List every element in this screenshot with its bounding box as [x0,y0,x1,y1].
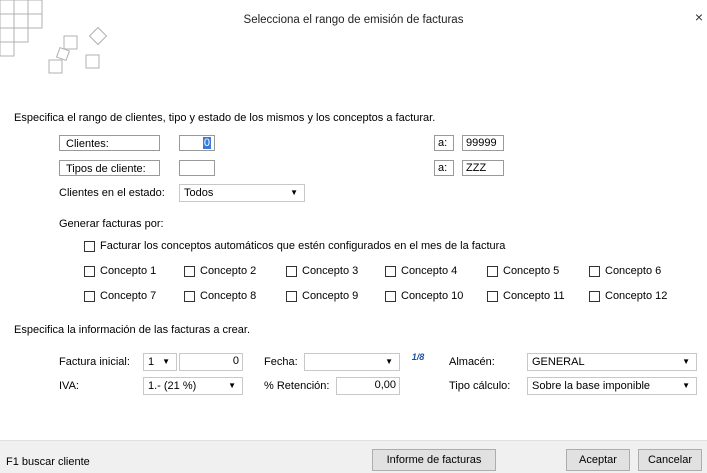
window-title: Selecciona el rango de emisión de factur… [243,14,464,26]
concepto-label: Concepto 2 [200,265,257,277]
chevron-down-icon: ▼ [682,357,690,366]
chevron-down-icon: ▼ [228,381,236,390]
almacen-select[interactable]: GENERAL ▼ [527,353,697,371]
concepto-12-checkbox[interactable]: Concepto 12 [589,290,667,302]
checkbox-box[interactable] [286,290,297,302]
concepto-5-checkbox[interactable]: Concepto 5 [487,265,559,277]
tipo-calculo-value: Sobre la base imponible [532,380,651,392]
close-icon[interactable]: × [695,9,703,25]
estado-value: Todos [184,187,214,199]
concepto-label: Concepto 8 [200,290,257,302]
retencion-label: % Retención: [264,380,330,392]
tipo-calculo-label: Tipo cálculo: [449,380,511,392]
concepto-label: Concepto 12 [605,290,668,302]
tipos-from-input[interactable] [179,160,215,176]
factura-inicial-label: Factura inicial: [59,356,130,368]
f1-hint: F1 buscar cliente [6,456,90,468]
clientes-from-value: 0 [202,137,211,149]
chevron-down-icon: ▼ [682,381,690,390]
checkbox-box[interactable] [184,265,195,277]
tipos-to-input[interactable]: ZZZ [462,160,504,176]
concepto-label: Concepto 10 [401,290,464,302]
concepto-3-checkbox[interactable]: Concepto 3 [286,265,358,277]
aceptar-button[interactable]: Aceptar [566,449,630,471]
concepto-6-checkbox[interactable]: Concepto 6 [589,265,661,277]
auto-conceptos-checkbox[interactable]: Facturar los conceptos automáticos que e… [84,240,505,252]
tipos-cliente-label: Tipos de cliente: [59,160,160,176]
iva-value: 1.- (21 %) [148,380,197,392]
iva-select[interactable]: 1.- (21 %) ▼ [143,377,243,395]
estado-select[interactable]: Todos ▼ [179,184,305,202]
chevron-down-icon: ▼ [162,357,170,366]
checkbox-box[interactable] [184,290,195,302]
concepto-1-checkbox[interactable]: Concepto 1 [84,265,156,277]
almacen-value: GENERAL [532,356,585,368]
concepto-label: Concepto 4 [401,265,458,277]
auto-conceptos-label: Facturar los conceptos automáticos que e… [100,240,506,252]
fecha-select[interactable]: ▼ [304,353,400,371]
concepto-9-checkbox[interactable]: Concepto 9 [286,290,358,302]
checkbox-box[interactable] [487,290,498,302]
informe-facturas-button[interactable]: Informe de facturas [372,449,496,471]
clientes-to-input[interactable]: 99999 [462,135,504,151]
logo-grid-icon [0,0,108,74]
tipos-to-label: a: [434,160,454,176]
concepto-11-checkbox[interactable]: Concepto 11 [487,290,565,302]
factura-numero-input[interactable]: 0 [179,353,243,371]
concepto-label: Concepto 6 [605,265,662,277]
concepto-label: Concepto 11 [503,290,565,302]
checkbox-box[interactable] [385,290,396,302]
checkbox-box[interactable] [589,290,600,302]
checkbox-box[interactable] [385,265,396,277]
clientes-from-input[interactable]: 0 [179,135,215,151]
chevron-down-icon: ▼ [290,188,298,197]
concepto-2-checkbox[interactable]: Concepto 2 [184,265,256,277]
concepto-7-checkbox[interactable]: Concepto 7 [84,290,156,302]
checkbox-box[interactable] [84,265,95,277]
concepto-label: Concepto 5 [503,265,560,277]
concepto-10-checkbox[interactable]: Concepto 10 [385,290,463,302]
tipo-calculo-select[interactable]: Sobre la base imponible ▼ [527,377,697,395]
cancelar-button[interactable]: Cancelar [638,449,702,471]
clientes-to-label: a: [434,135,454,151]
chevron-down-icon: ▼ [385,357,393,366]
almacen-label: Almacén: [449,356,495,368]
info-heading: Especifica la información de las factura… [14,324,251,336]
checkbox-box[interactable] [286,265,297,277]
concepto-8-checkbox[interactable]: Concepto 8 [184,290,256,302]
checkbox-box[interactable] [589,265,600,277]
checkbox-box[interactable] [487,265,498,277]
iva-label: IVA: [59,380,79,392]
factura-serie-value: 1 [148,356,155,368]
checkbox-box[interactable] [84,240,95,252]
concepto-label: Concepto 7 [100,290,157,302]
calendar-icon[interactable]: 1/8 [410,352,426,366]
fecha-label: Fecha: [264,356,298,368]
range-heading: Especifica el rango de clientes, tipo y … [14,112,436,124]
checkbox-box[interactable] [84,290,95,302]
factura-serie-select[interactable]: 1 ▼ [143,353,177,371]
generar-label: Generar facturas por: [59,218,164,230]
estado-label: Clientes en el estado: [59,187,165,199]
retencion-input[interactable]: 0,00 [336,377,400,395]
concepto-label: Concepto 9 [302,290,359,302]
concepto-4-checkbox[interactable]: Concepto 4 [385,265,457,277]
concepto-label: Concepto 3 [302,265,359,277]
clientes-label: Clientes: [59,135,160,151]
concepto-label: Concepto 1 [100,265,157,277]
